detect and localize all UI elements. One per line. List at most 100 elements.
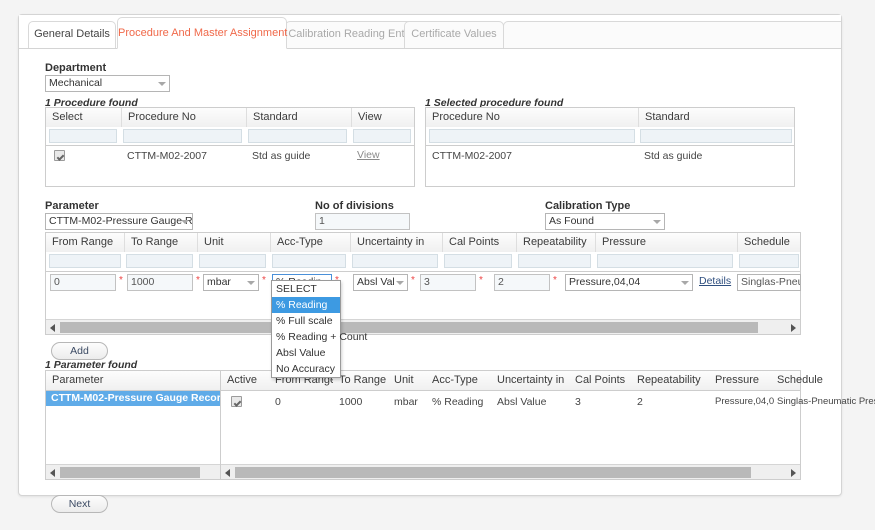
parameter-list-header: Parameter	[46, 371, 231, 391]
select-uncertainty-in-value: Absl Val	[357, 276, 395, 288]
col-standard: Standard	[246, 108, 351, 127]
select-pressure-value: Pressure,04,04	[569, 276, 641, 288]
calibration-type-select[interactable]: As Found	[545, 213, 665, 230]
next-button[interactable]: Next	[51, 495, 108, 513]
col-sel-procedure-no: Procedure No	[432, 111, 500, 123]
col-unit: Unit	[394, 374, 414, 386]
filter-acc-type[interactable]	[272, 254, 346, 268]
col-to-range: To Range	[124, 233, 197, 252]
required-marker: *	[119, 275, 123, 286]
filter-uncertainty-in[interactable]	[352, 254, 438, 268]
col-parameter: Parameter	[52, 374, 104, 386]
scroll-thumb[interactable]	[235, 467, 751, 478]
parameter-select[interactable]: CTTM-M02-Pressure Gauge R	[45, 213, 193, 230]
col-to-range: To Range	[339, 374, 387, 386]
required-marker: *	[196, 275, 200, 286]
col-pressure: Pressure	[715, 374, 760, 386]
scroll-thumb[interactable]	[60, 467, 200, 478]
parameter-list-grid: Parameter CTTM-M02-Pressure Gauge Record…	[45, 370, 232, 480]
chevron-down-icon	[681, 281, 689, 285]
dropdown-option-percent-full-scale[interactable]: % Full scale	[272, 313, 340, 329]
tab-procedure-and-master-assignment[interactable]: Procedure And Master Assignment	[117, 17, 287, 49]
select-unit[interactable]: mbar	[203, 274, 259, 291]
tab-bar-filler	[503, 21, 841, 48]
col-cal-points: Cal Points	[575, 374, 626, 386]
filter-procedure-no[interactable]	[123, 129, 242, 143]
col-cal-points: Cal Points	[442, 233, 516, 252]
filter-cal-points[interactable]	[444, 254, 512, 268]
chevron-down-icon	[396, 281, 404, 285]
input-from-range[interactable]: 0	[50, 274, 116, 291]
department-select[interactable]: Mechanical	[45, 75, 170, 92]
filter-repeatability[interactable]	[518, 254, 591, 268]
cell-uncertainty-in: Absl Value	[497, 396, 547, 408]
tab-certificate-values[interactable]: Certificate Values	[404, 21, 504, 48]
scroll-thumb[interactable]	[60, 322, 758, 333]
required-marker: *	[479, 275, 483, 286]
filter-unit[interactable]	[199, 254, 266, 268]
filter-from-range[interactable]	[49, 254, 121, 268]
cell-sel-procedure-no: CTTM-M02-2007	[432, 150, 512, 162]
scroll-right-arrow-icon[interactable]	[791, 469, 796, 477]
row-active-checkbox[interactable]	[231, 396, 242, 407]
input-to-range[interactable]: 1000	[127, 274, 193, 291]
cell-schedule: Singlas-Pneumatic Press	[777, 396, 875, 407]
col-sel-standard: Standard	[638, 108, 794, 127]
dropdown-option-no-accuracy[interactable]: No Accuracy	[272, 361, 340, 377]
dropdown-option-absl-value[interactable]: Absl Value	[272, 345, 340, 361]
divisions-input[interactable]: 1	[315, 213, 410, 230]
filter-sel-standard[interactable]	[640, 129, 792, 143]
acc-type-dropdown-list[interactable]: SELECT % Reading % Full scale % Reading …	[271, 280, 367, 378]
select-uncertainty-in[interactable]: Absl Val	[353, 274, 408, 291]
col-repeatability: Repeatability	[637, 374, 701, 386]
details-link[interactable]: Details	[699, 275, 731, 287]
selected-procedure-header: Procedure No Standard	[426, 108, 794, 128]
tab-calibration-reading-entry[interactable]: Calibration Reading Entry	[285, 21, 417, 48]
required-marker: *	[411, 275, 415, 286]
add-button[interactable]: Add	[51, 342, 108, 360]
input-repeatability[interactable]: 2	[494, 274, 550, 291]
chevron-down-icon	[247, 281, 255, 285]
cell-sel-standard: Std as guide	[644, 150, 703, 162]
filter-pressure[interactable]	[597, 254, 733, 268]
required-marker: *	[553, 275, 557, 286]
row-select-checkbox[interactable]	[54, 150, 65, 161]
col-repeatability: Repeatability	[516, 233, 595, 252]
input-schedule[interactable]: Singlas-Pneuma	[737, 274, 801, 291]
dropdown-option-select[interactable]: SELECT	[272, 281, 340, 297]
list-item[interactable]: CTTM-M02-Pressure Gauge Recorder Calibra…	[46, 391, 231, 406]
filter-sel-procedure-no[interactable]	[429, 129, 635, 143]
filter-schedule[interactable]	[739, 254, 799, 268]
view-link[interactable]: View	[357, 149, 380, 161]
entry-grid-filter-row	[46, 252, 800, 272]
department-select-value: Mechanical	[49, 77, 103, 89]
parameter-list-hscrollbar[interactable]	[46, 464, 231, 479]
col-view: View	[351, 108, 414, 127]
filter-view[interactable]	[353, 129, 411, 143]
scroll-left-arrow-icon[interactable]	[50, 469, 55, 477]
procedure-found-grid: Select Procedure No Standard View CTTM-M…	[45, 107, 415, 187]
scroll-right-arrow-icon[interactable]	[791, 324, 796, 332]
divisions-label: No of divisions	[315, 200, 394, 212]
filter-to-range[interactable]	[126, 254, 193, 268]
chevron-down-icon	[653, 220, 661, 224]
cell-acc-type: % Reading	[432, 396, 484, 408]
scroll-left-arrow-icon[interactable]	[225, 469, 230, 477]
dropdown-option-percent-reading[interactable]: % Reading	[272, 297, 340, 313]
filter-standard[interactable]	[248, 129, 347, 143]
calibration-type-value: As Found	[549, 215, 594, 227]
col-select: Select	[52, 111, 83, 123]
dropdown-option-percent-reading-plus-count[interactable]: % Reading + Count	[272, 329, 367, 345]
tab-general-details[interactable]: General Details	[28, 21, 116, 48]
entry-grid-hscrollbar[interactable]	[46, 319, 800, 334]
input-cal-points[interactable]: 3	[420, 274, 476, 291]
select-pressure[interactable]: Pressure,04,04	[565, 274, 693, 291]
scroll-left-arrow-icon[interactable]	[50, 324, 55, 332]
selected-procedure-filter-row	[426, 127, 794, 146]
cell-procedure-no: CTTM-M02-2007	[127, 150, 207, 162]
result-grid-hscrollbar[interactable]	[221, 464, 800, 479]
chevron-down-icon	[158, 82, 166, 86]
filter-select[interactable]	[49, 129, 117, 143]
procedure-found-filter-row	[46, 127, 414, 146]
select-unit-value: mbar	[207, 276, 231, 288]
